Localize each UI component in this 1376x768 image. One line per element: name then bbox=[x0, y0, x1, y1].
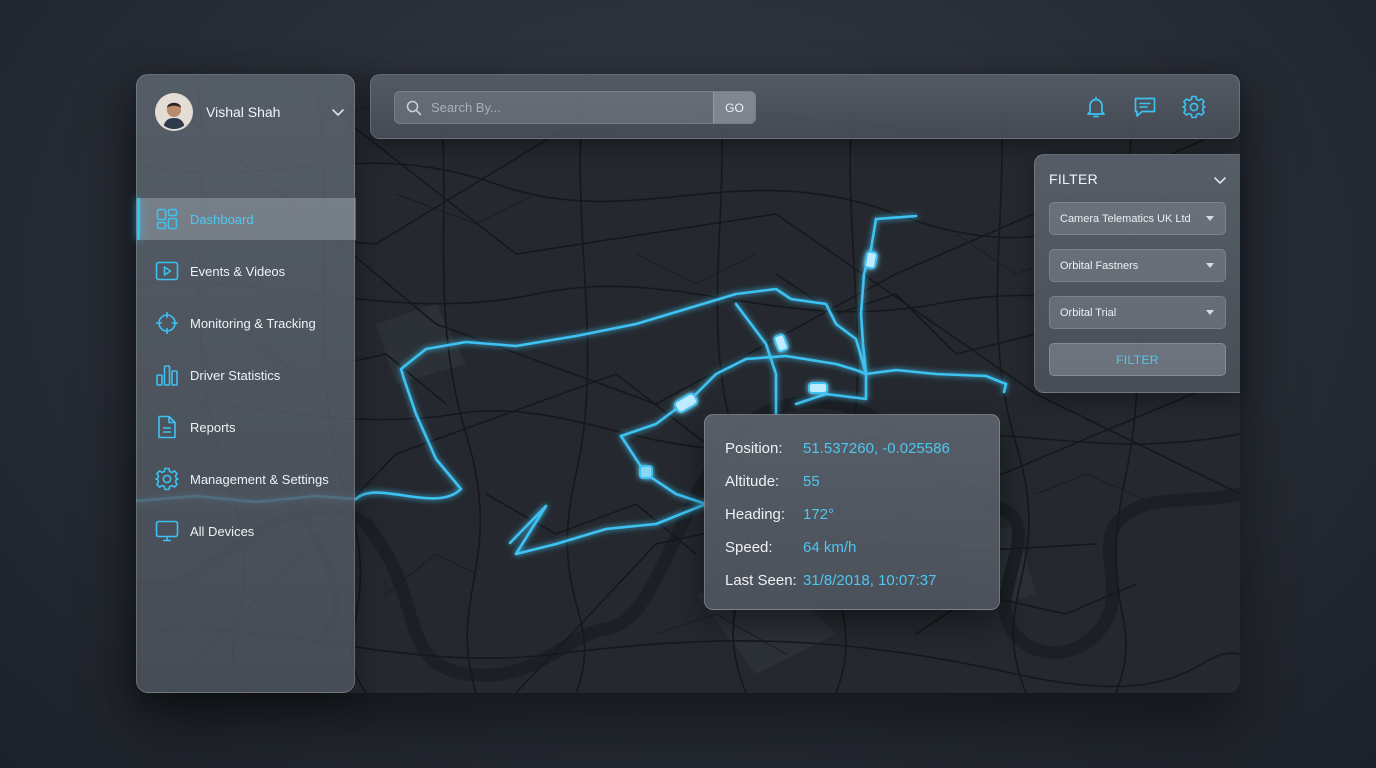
chat-icon[interactable] bbox=[1133, 95, 1157, 119]
position-value: 51.537260, -0.025586 bbox=[803, 440, 950, 457]
bar-chart-icon bbox=[155, 363, 179, 387]
sidebar-item-label: Events & Videos bbox=[190, 263, 286, 279]
monitor-icon bbox=[155, 519, 179, 543]
avatar[interactable] bbox=[155, 93, 193, 131]
sidebar-item-label: Driver Statistics bbox=[190, 367, 281, 383]
sidebar-item-monitoring-tracking[interactable]: Monitoring & Tracking bbox=[137, 302, 356, 344]
go-button[interactable]: GO bbox=[713, 92, 755, 123]
filter-button[interactable]: FILTER bbox=[1049, 343, 1226, 376]
heading-row: Heading: 172° bbox=[725, 506, 834, 523]
altitude-value: 55 bbox=[803, 473, 820, 490]
vehicle-info-popup: Position: 51.537260, -0.025586 Altitude:… bbox=[704, 414, 1000, 610]
position-label: Position: bbox=[725, 440, 783, 457]
sidebar-item-driver-statistics[interactable]: Driver Statistics bbox=[137, 354, 356, 396]
sidebar-item-management-settings[interactable]: Management & Settings bbox=[137, 458, 356, 500]
chevron-down-icon[interactable] bbox=[1213, 173, 1227, 187]
user-profile[interactable]: Vishal Shah bbox=[155, 93, 345, 131]
search-icon bbox=[406, 100, 422, 115]
dashboard-icon bbox=[155, 207, 179, 231]
gear-icon bbox=[155, 467, 179, 491]
sidebar-item-label: Dashboard bbox=[190, 211, 254, 227]
caret-down-icon bbox=[1206, 263, 1214, 268]
caret-down-icon bbox=[1206, 310, 1214, 315]
sidebar-item-label: Management & Settings bbox=[190, 471, 329, 487]
sidebar-item-all-devices[interactable]: All Devices bbox=[137, 510, 356, 552]
video-icon bbox=[155, 259, 179, 283]
user-name: Vishal Shah bbox=[206, 104, 281, 120]
sidebar-item-label: Reports bbox=[190, 419, 236, 435]
search-input[interactable] bbox=[422, 91, 713, 124]
sidebar-item-dashboard[interactable]: Dashboard bbox=[137, 198, 356, 240]
document-icon bbox=[155, 415, 179, 439]
select-value: Orbital Fastners bbox=[1060, 259, 1139, 272]
group-select[interactable]: Orbital Fastners bbox=[1049, 249, 1226, 282]
last-seen-row: Last Seen: 31/8/2018, 10:07:37 bbox=[725, 572, 936, 589]
last-seen-value: 31/8/2018, 10:07:37 bbox=[803, 572, 937, 589]
altitude-row: Altitude: 55 bbox=[725, 473, 820, 490]
filter-panel: FILTER Camera Telematics UK Ltd Orbital … bbox=[1034, 154, 1240, 393]
speed-label: Speed: bbox=[725, 539, 773, 556]
top-bar: GO bbox=[370, 74, 1240, 139]
chevron-down-icon[interactable] bbox=[331, 105, 345, 119]
sidebar-item-label: Monitoring & Tracking bbox=[190, 315, 316, 331]
subgroup-select[interactable]: Orbital Trial bbox=[1049, 296, 1226, 329]
last-seen-label: Last Seen: bbox=[725, 572, 797, 589]
company-select[interactable]: Camera Telematics UK Ltd bbox=[1049, 202, 1226, 235]
select-value: Camera Telematics UK Ltd bbox=[1060, 212, 1191, 225]
sidebar-nav: Dashboard Events & Videos Monitoring & T… bbox=[137, 198, 356, 562]
search-bar: GO bbox=[394, 91, 756, 124]
speed-row: Speed: 64 km/h bbox=[725, 539, 856, 556]
bell-icon[interactable] bbox=[1084, 95, 1108, 119]
filter-title: FILTER bbox=[1049, 171, 1098, 187]
speed-value: 64 km/h bbox=[803, 539, 857, 556]
crosshair-icon bbox=[155, 311, 179, 335]
select-value: Orbital Trial bbox=[1060, 306, 1117, 319]
caret-down-icon bbox=[1206, 216, 1214, 221]
altitude-label: Altitude: bbox=[725, 473, 780, 490]
sidebar: Vishal Shah Dashboard Events & Videos Mo… bbox=[136, 74, 356, 693]
heading-label: Heading: bbox=[725, 506, 786, 523]
position-row: Position: 51.537260, -0.025586 bbox=[725, 440, 950, 457]
settings-icon[interactable] bbox=[1182, 95, 1206, 119]
sidebar-item-label: All Devices bbox=[190, 523, 255, 539]
heading-value: 172° bbox=[803, 506, 835, 523]
sidebar-item-events-videos[interactable]: Events & Videos bbox=[137, 250, 356, 292]
sidebar-item-reports[interactable]: Reports bbox=[137, 406, 356, 448]
